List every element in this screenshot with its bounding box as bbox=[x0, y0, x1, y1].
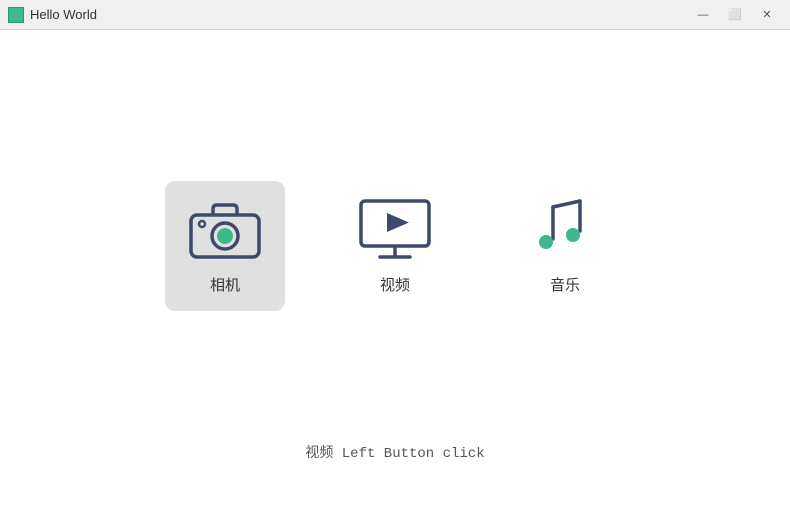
close-button[interactable]: ✕ bbox=[752, 5, 782, 25]
titlebar-controls: — ⬜ ✕ bbox=[688, 5, 782, 25]
music-button[interactable]: 音乐 bbox=[505, 181, 625, 311]
music-label: 音乐 bbox=[550, 274, 580, 295]
camera-label: 相机 bbox=[210, 274, 240, 295]
music-icon bbox=[525, 197, 605, 262]
status-text: 视频 Left Button click bbox=[305, 442, 484, 462]
video-icon bbox=[355, 197, 435, 262]
titlebar-left: Hello World bbox=[8, 7, 97, 23]
camera-button[interactable]: 相机 bbox=[165, 181, 285, 311]
main-content: 相机 视频 bbox=[0, 30, 790, 522]
video-button[interactable]: 视频 bbox=[335, 181, 455, 311]
icons-row: 相机 视频 bbox=[165, 181, 625, 311]
maximize-button[interactable]: ⬜ bbox=[720, 5, 750, 25]
titlebar: Hello World — ⬜ ✕ bbox=[0, 0, 790, 30]
video-label: 视频 bbox=[380, 274, 410, 295]
app-icon bbox=[8, 7, 24, 23]
minimize-button[interactable]: — bbox=[688, 5, 718, 25]
titlebar-title: Hello World bbox=[30, 7, 97, 22]
camera-icon bbox=[185, 197, 265, 262]
